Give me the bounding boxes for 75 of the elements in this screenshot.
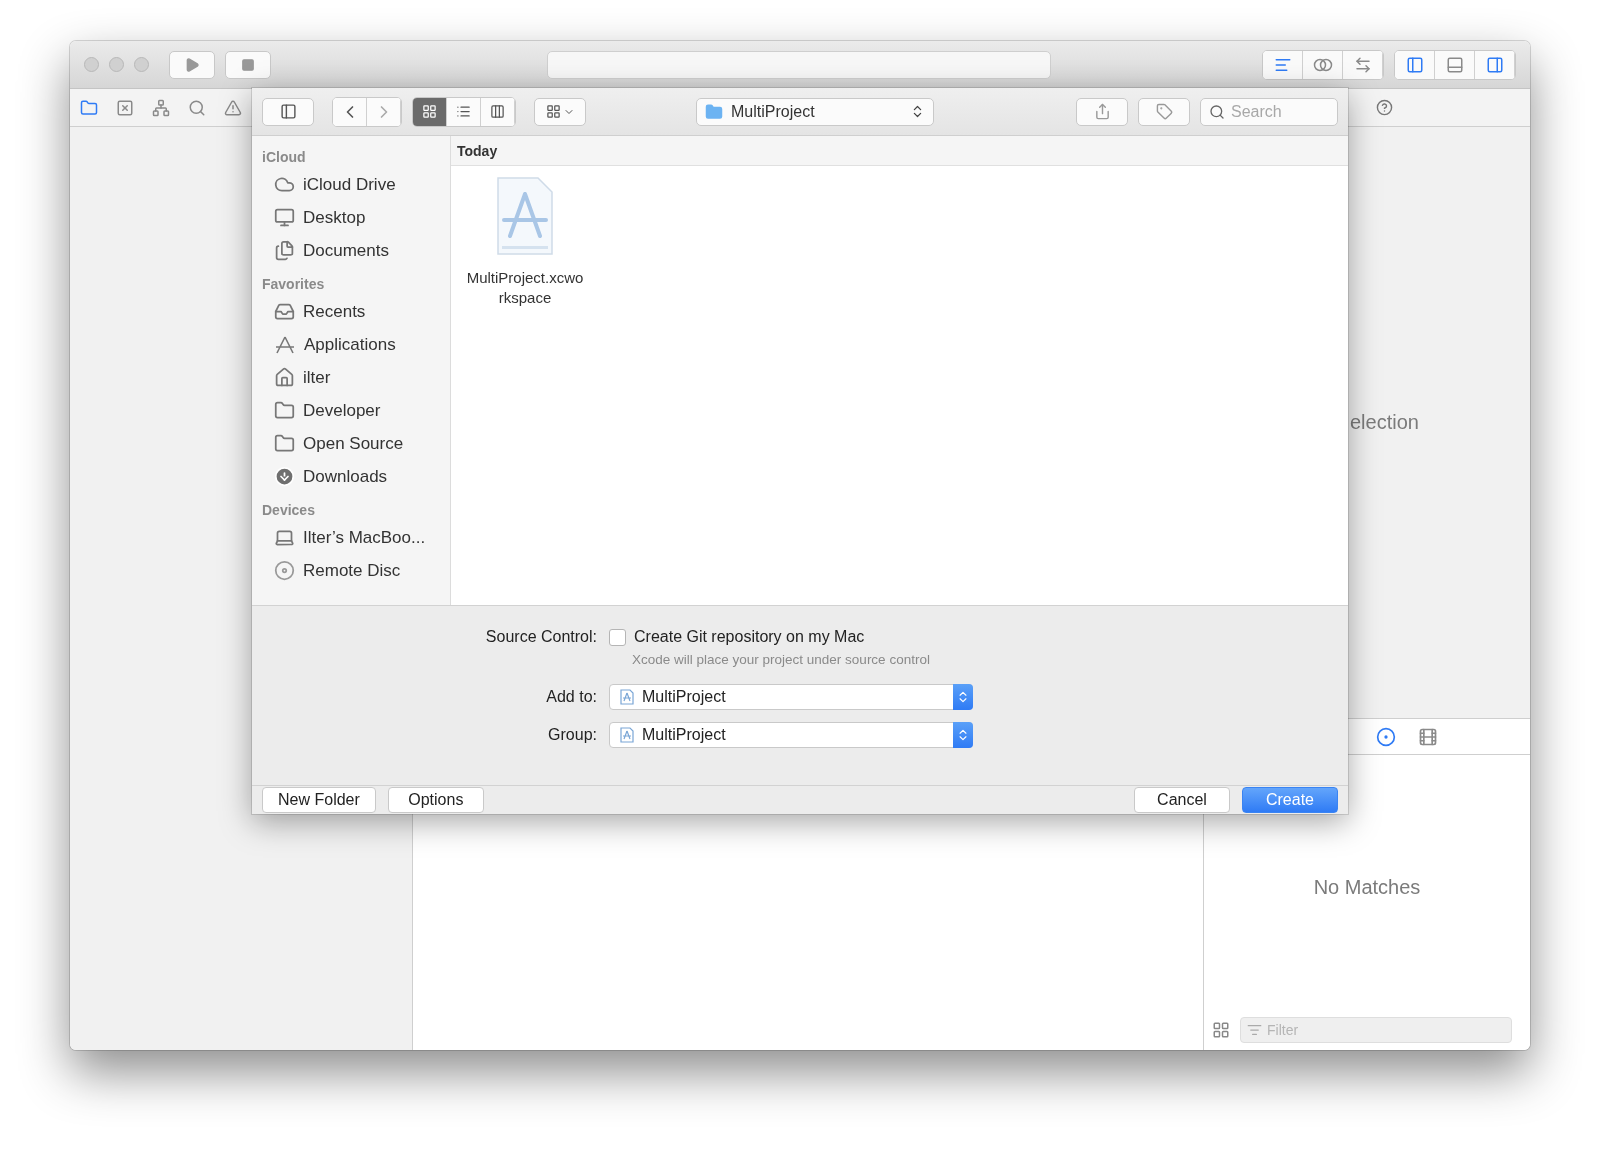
footer-button[interactable]: Cancel xyxy=(1134,787,1230,813)
footer-button[interactable]: New Folder xyxy=(262,787,376,813)
sidebar-item[interactable]: Developer xyxy=(262,394,450,427)
sidebar-heading: Devices xyxy=(262,501,316,520)
disc-icon xyxy=(274,560,295,581)
folder-icon xyxy=(705,102,723,121)
popup-field[interactable]: MultiProject xyxy=(609,684,973,710)
sidebar-item[interactable]: iCloud Drive xyxy=(262,168,450,201)
documents-icon xyxy=(274,240,295,261)
sidebar-heading: Favorites xyxy=(262,275,326,294)
stop-button[interactable] xyxy=(225,50,271,79)
stop-icon xyxy=(241,57,255,72)
warning-icon[interactable] xyxy=(224,98,242,117)
grid-icon[interactable] xyxy=(1212,1021,1230,1039)
sidebar-toggle-button[interactable] xyxy=(262,97,314,126)
search-icon[interactable] xyxy=(188,98,206,117)
circle-dot-icon[interactable] xyxy=(1376,726,1396,747)
back-button[interactable] xyxy=(333,97,367,126)
x-box-icon[interactable] xyxy=(116,98,134,117)
tag-button[interactable] xyxy=(1138,97,1190,126)
monitor-icon xyxy=(274,207,295,228)
folder-icon[interactable] xyxy=(80,98,98,117)
file-name[interactable]: MultiProject.xcwo rkspace xyxy=(466,268,584,308)
sidebar-item[interactable]: Downloads xyxy=(262,460,450,493)
help-icon[interactable] xyxy=(1376,99,1393,116)
sidebar-item[interactable]: Recents xyxy=(262,295,450,328)
share-button[interactable] xyxy=(1076,97,1128,126)
checkbox-label[interactable]: Create Git repository on my Mac xyxy=(634,628,865,646)
share-icon xyxy=(1093,103,1111,120)
arrange-button[interactable] xyxy=(534,97,586,126)
location-popup[interactable]: MultiProject xyxy=(696,97,934,126)
sidebar-item[interactable]: Remote Disc xyxy=(262,554,450,587)
run-button[interactable] xyxy=(169,50,215,79)
search-icon xyxy=(1209,103,1225,120)
sidebar-item[interactable]: Ilter’s MacBoo... xyxy=(262,521,450,554)
filter-icon xyxy=(1247,1022,1262,1038)
sidebar-item[interactable]: Applications xyxy=(262,328,450,361)
sidebar-item[interactable]: Documents xyxy=(262,234,450,267)
grid-icon xyxy=(545,104,561,119)
tray-icon xyxy=(274,301,295,322)
download-icon xyxy=(274,466,295,487)
list-icon xyxy=(456,104,471,119)
sidebar-icon xyxy=(279,103,297,120)
icon-view-button[interactable] xyxy=(413,97,447,126)
field-label: Group: xyxy=(548,726,597,744)
film-icon[interactable] xyxy=(1418,726,1438,747)
checkbox[interactable] xyxy=(609,628,626,646)
left-panel-button[interactable] xyxy=(1395,50,1435,79)
sidebar-item[interactable]: ilter xyxy=(262,361,450,394)
folder-icon xyxy=(274,400,295,421)
field-label: Add to: xyxy=(546,688,597,706)
file-icon xyxy=(494,176,556,256)
empty-message: election xyxy=(1350,411,1419,434)
sidebar-item[interactable]: Open Source xyxy=(262,427,450,460)
play-icon xyxy=(184,56,200,73)
sidebar-item[interactable]: Desktop xyxy=(262,201,450,234)
sidebar-heading: iCloud xyxy=(262,148,307,167)
drafting-tools-icon xyxy=(274,334,296,355)
field-label: Source Control: xyxy=(485,628,597,646)
group-header: Today xyxy=(451,136,1348,166)
filter-field[interactable]: Filter xyxy=(1240,1017,1512,1043)
standard-editor-button[interactable] xyxy=(1263,50,1303,79)
grid-icon xyxy=(422,104,437,119)
home-icon xyxy=(274,367,295,388)
document-icon xyxy=(620,727,634,743)
columns-icon xyxy=(490,104,505,119)
folder-icon xyxy=(274,433,295,454)
hierarchy-icon[interactable] xyxy=(152,98,170,117)
popup-field[interactable]: MultiProject xyxy=(609,722,973,748)
tag-icon xyxy=(1155,103,1173,120)
footer-button[interactable]: Options xyxy=(387,787,484,813)
hint-text: Xcode will place your project under source control xyxy=(631,652,931,669)
document-icon xyxy=(620,689,634,705)
empty-message: No Matches xyxy=(1313,876,1421,899)
search-field[interactable]: Search xyxy=(1200,97,1338,126)
